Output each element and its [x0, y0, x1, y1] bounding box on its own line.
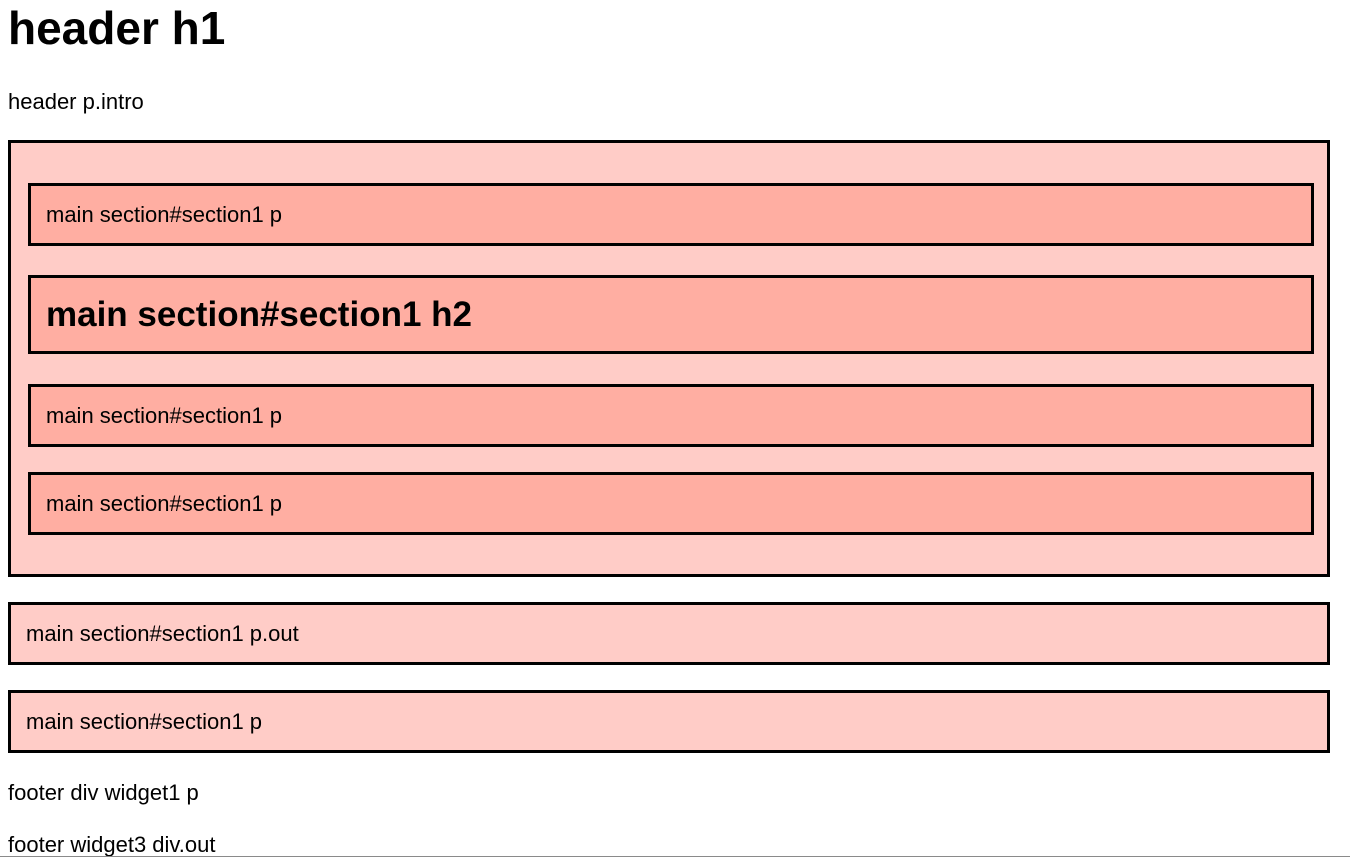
header-intro-text: header p.intro — [8, 89, 144, 114]
section1-out-paragraph: main section#section1 p.out — [8, 602, 1330, 665]
footer-widget3-text: footer widget3 div.out — [8, 832, 216, 857]
page-heading: header h1 — [8, 2, 226, 54]
section1-paragraph-1: main section#section1 p — [28, 183, 1314, 246]
page: header h1 header p.intro main section#se… — [0, 0, 1350, 858]
section1-heading: main section#section1 h2 — [28, 275, 1314, 354]
section1-paragraph-3: main section#section1 p — [28, 472, 1314, 535]
bottom-divider — [0, 856, 1350, 857]
footer-widget1-text: footer div widget1 p — [8, 780, 199, 805]
section1-extra-paragraph: main section#section1 p — [8, 690, 1330, 753]
section1-panel: main section#section1 p main section#sec… — [8, 140, 1330, 577]
section1-paragraph-2: main section#section1 p — [28, 384, 1314, 447]
